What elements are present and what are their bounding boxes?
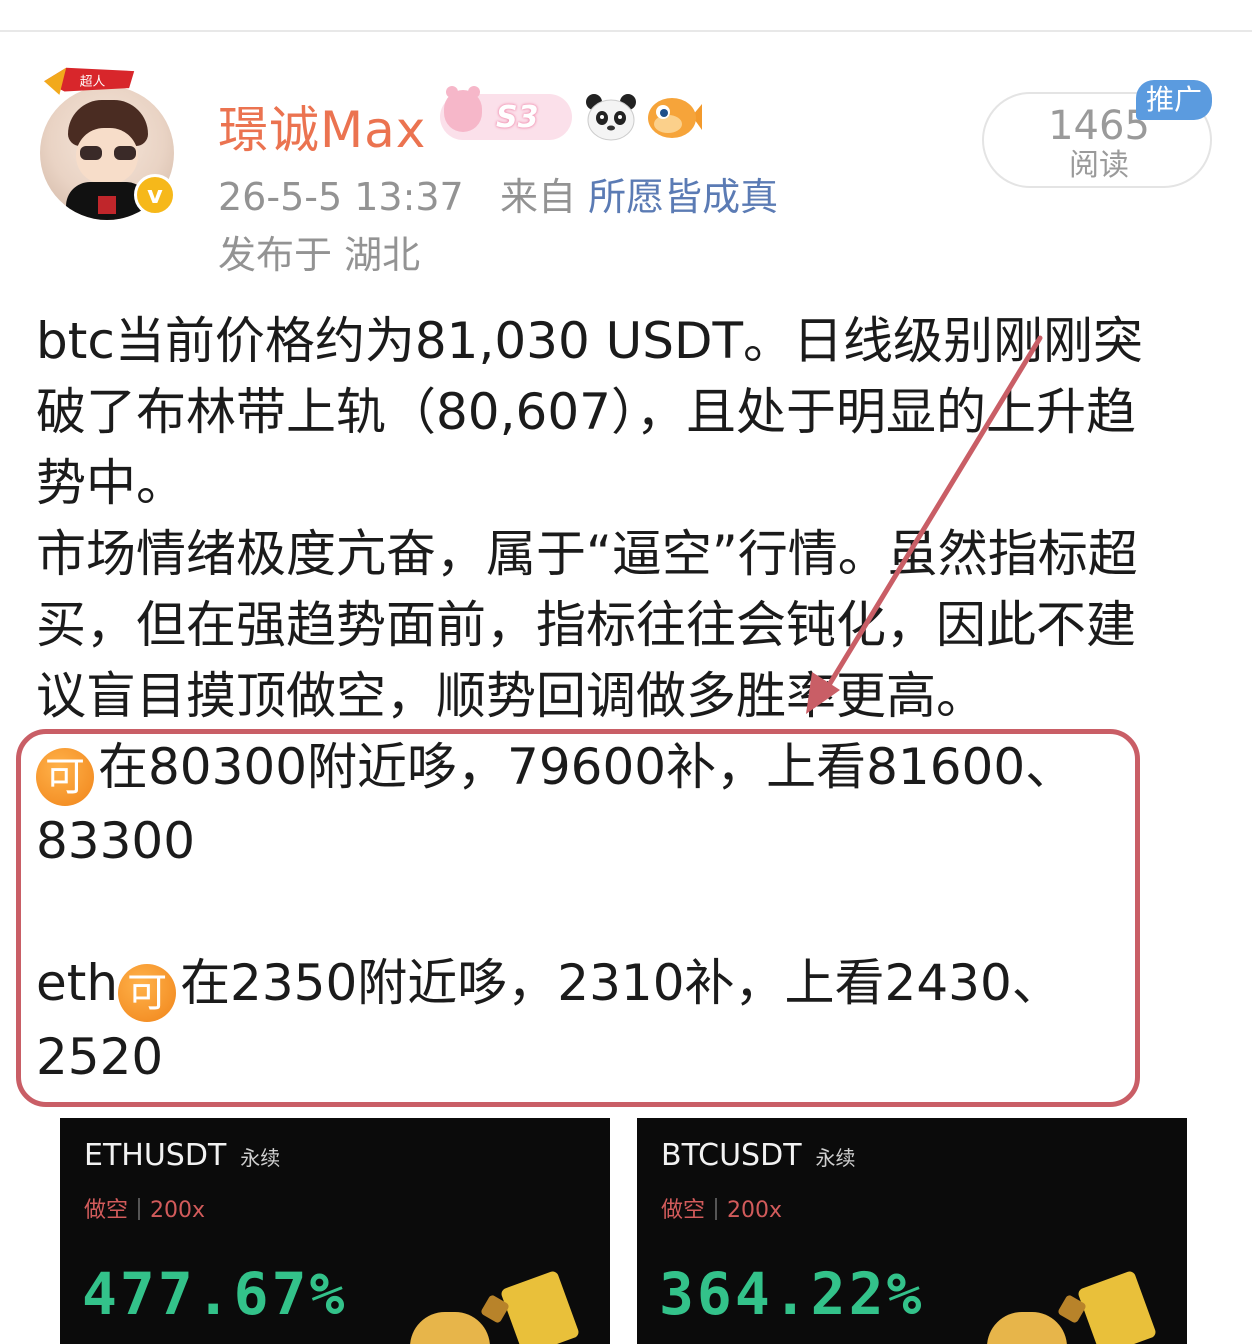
pnl-card-eth[interactable]: ETHUSDT 永续 做空 200x 477.67% (60, 1118, 610, 1344)
card-pnl: 364.22% (659, 1260, 925, 1328)
card-perp-label: 永续 (815, 1146, 856, 1170)
mascot-illustration (390, 1269, 610, 1344)
highlight-box (16, 729, 1140, 1107)
card-side: 做空 200x (661, 1198, 783, 1223)
card-pnl: 477.67% (82, 1260, 348, 1328)
member-level-badge[interactable]: S3 (440, 86, 572, 140)
author-name[interactable]: 璟诚Max (218, 90, 426, 162)
goldfish-icon[interactable] (646, 92, 702, 142)
source-link[interactable]: 所愿皆成真 (588, 175, 778, 219)
body-line: 买，但在强趋势面前，指标往往会钝化，因此不建 (36, 596, 1136, 654)
promo-badge: 推广 (1136, 80, 1212, 120)
read-label: 阅读 (1069, 148, 1129, 183)
top-divider (0, 30, 1252, 32)
avatar-tag-label: 超人 (80, 75, 106, 90)
body-line: btc当前价格约为81,030 USDT。日线级别刚刚突 (36, 312, 1144, 370)
card-perp-label: 永续 (240, 1146, 281, 1170)
body-line: 破了布林带上轨（80,607），且处于明显的上升趋 (36, 383, 1136, 441)
card-side: 做空 200x (84, 1198, 206, 1223)
card-pair: ETHUSDT 永续 (84, 1138, 281, 1173)
post-meta: 26-5-5 13:37 来自 所愿皆成真 (218, 166, 778, 221)
superman-tag-icon: 超人 (44, 67, 135, 95)
pink-bear-icon (444, 86, 482, 132)
member-level-label: S3 (496, 100, 539, 135)
body-line: 议盲目摸顶做空，顺势回调做多胜率更高。 (36, 667, 986, 725)
body-line: 势中。 (36, 454, 186, 512)
card-leverage: 200x (150, 1198, 206, 1223)
mascot-illustration (967, 1269, 1187, 1344)
card-leverage: 200x (727, 1198, 783, 1223)
pnl-card-btc[interactable]: BTCUSDT 永续 做空 200x 364.22% (637, 1118, 1187, 1344)
panda-icon[interactable] (584, 92, 638, 142)
post-location: 发布于 湖北 (218, 233, 421, 277)
post-timestamp: 26-5-5 13:37 (218, 175, 464, 219)
source-prefix: 来自 (499, 175, 576, 219)
body-line: 市场情绪极度亢奋，属于“逼空”行情。虽然指标超 (36, 525, 1138, 583)
card-pair: BTCUSDT 永续 (661, 1138, 856, 1173)
verified-v-icon: v (134, 174, 176, 216)
